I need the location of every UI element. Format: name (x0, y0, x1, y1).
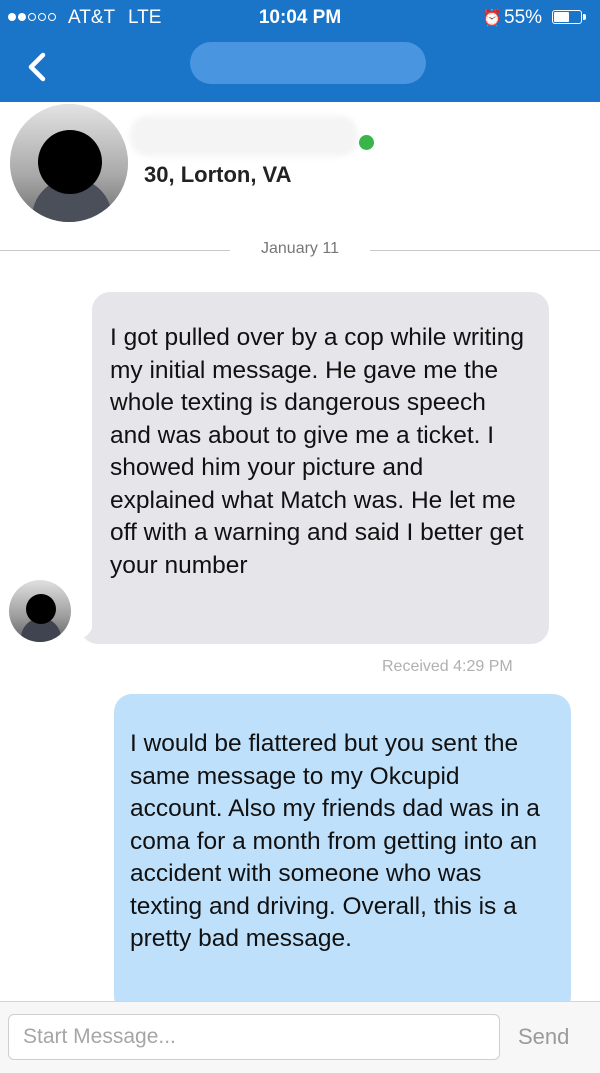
battery-nub (583, 14, 586, 20)
header-bar: AT&T LTE 10:04 PM ⏰ 55% (0, 0, 600, 102)
battery-fill (554, 12, 570, 22)
message-composer: Send (0, 1001, 600, 1073)
received-timestamp: Received 4:29 PM (382, 658, 513, 675)
redacted-title (190, 42, 426, 84)
redaction-mark (38, 130, 102, 194)
received-message-bubble: I got pulled over by a cop while writing… (92, 292, 549, 644)
battery-icon (552, 10, 586, 24)
back-button[interactable] (22, 52, 52, 82)
date-divider-label: January 11 (261, 240, 339, 257)
status-bar: AT&T LTE 10:04 PM ⏰ 55% (0, 0, 600, 36)
redaction-mark (26, 594, 56, 624)
send-button[interactable]: Send (518, 1024, 569, 1050)
message-input[interactable] (8, 1014, 500, 1060)
divider-line-right (370, 250, 600, 251)
profile-avatar[interactable] (10, 104, 128, 222)
redacted-name (130, 116, 358, 156)
alarm-icon: ⏰ (482, 10, 502, 27)
profile-location: 30, Lorton, VA (144, 162, 292, 187)
sender-avatar[interactable] (9, 580, 71, 642)
battery-percent: 55% (504, 7, 543, 28)
online-indicator (359, 135, 374, 150)
sent-message-bubble: I would be flattered but you sent the sa… (114, 694, 571, 1014)
